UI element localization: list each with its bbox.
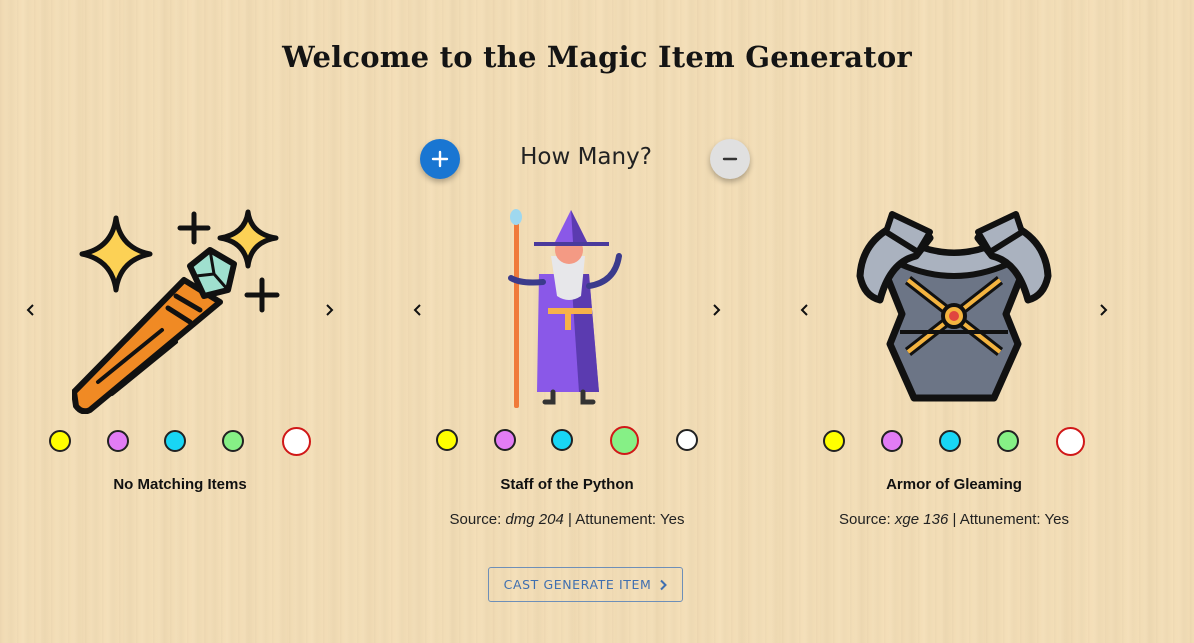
rarity-filter [402, 426, 732, 458]
next-item-button[interactable] [319, 300, 339, 320]
wizard-with-staff-icon [508, 209, 622, 408]
decrease-count-button[interactable] [710, 139, 750, 179]
rarity-dot-legendary[interactable] [1056, 427, 1085, 456]
chevron-left-icon [26, 304, 34, 316]
chevron-left-icon [413, 304, 421, 316]
item-name: No Matching Items [113, 476, 247, 493]
item-card: No Matching Items [15, 200, 345, 540]
previous-item-button[interactable] [795, 300, 815, 320]
increase-count-button[interactable] [420, 139, 460, 179]
rarity-dot-legendary[interactable] [676, 429, 698, 451]
rarity-dot-very-rare[interactable] [222, 430, 244, 452]
magic-wand-icon [72, 209, 280, 414]
next-item-button[interactable] [706, 300, 726, 320]
source-book: xge 136 [894, 511, 949, 528]
source-book: dmg 204 [505, 511, 564, 528]
rarity-dot-common[interactable] [823, 430, 845, 452]
rarity-dot-legendary[interactable] [282, 427, 311, 456]
rarity-filter [789, 426, 1119, 458]
chevron-right-icon [713, 304, 721, 316]
chevron-right-icon [659, 579, 668, 591]
page-title: Welcome to the Magic Item Generator [282, 40, 912, 74]
plus-icon [431, 150, 449, 168]
minus-icon [722, 157, 738, 161]
rarity-dot-uncommon[interactable] [107, 430, 129, 452]
how-many-label: How Many? [520, 144, 652, 170]
plate-armor-icon [856, 211, 1052, 402]
chevron-right-icon [326, 304, 334, 316]
rarity-dot-common[interactable] [49, 430, 71, 452]
item-card: Armor of Gleaming Source: xge 136 | Attu… [789, 200, 1119, 540]
item-name: Armor of Gleaming [886, 476, 1022, 493]
previous-item-button[interactable] [408, 300, 428, 320]
next-item-button[interactable] [1093, 300, 1113, 320]
cast-button-label: CAST GENERATE ITEM [503, 577, 652, 592]
chevron-right-icon [1100, 304, 1108, 316]
rarity-dot-uncommon[interactable] [881, 430, 903, 452]
rarity-dot-uncommon[interactable] [494, 429, 516, 451]
cast-generate-item-button[interactable]: CAST GENERATE ITEM [488, 567, 683, 602]
rarity-dot-rare[interactable] [939, 430, 961, 452]
rarity-dot-very-rare[interactable] [997, 430, 1019, 452]
item-card: Staff of the Python Source: dmg 204 | At… [402, 200, 732, 540]
rarity-dot-common[interactable] [436, 429, 458, 451]
item-source: Source: xge 136 | Attunement: Yes [839, 511, 1069, 528]
item-name: Staff of the Python [500, 476, 634, 493]
rarity-filter [15, 426, 345, 458]
chevron-left-icon [800, 304, 808, 316]
rarity-dot-rare[interactable] [551, 429, 573, 451]
item-source: Source: dmg 204 | Attunement: Yes [449, 511, 685, 528]
rarity-dot-rare[interactable] [164, 430, 186, 452]
previous-item-button[interactable] [21, 300, 41, 320]
rarity-dot-very-rare[interactable] [610, 426, 639, 455]
